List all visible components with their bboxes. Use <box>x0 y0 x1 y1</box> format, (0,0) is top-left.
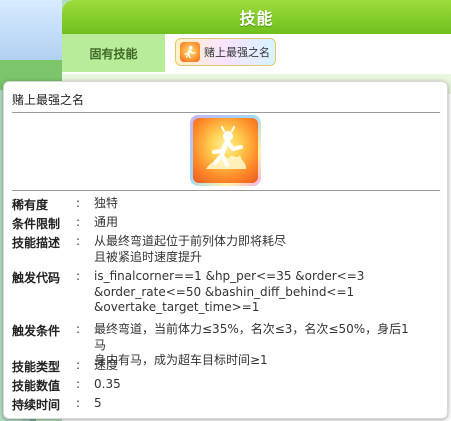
running-horse-girl-icon <box>193 118 258 183</box>
panel-title: 技能 <box>239 9 274 28</box>
info-key: 技能描述 <box>12 236 61 250</box>
unique-skill-label-text: 固有技能 <box>89 46 138 61</box>
info-colon: : <box>76 396 81 410</box>
running-horse-girl-icon <box>180 42 200 62</box>
unique-skill-label: 固有技能 <box>62 34 165 72</box>
skill-chip-label: 赌上最强之名 <box>204 46 270 59</box>
info-value: 从最终弯道起位于前列体力即将耗尽 且被紧追时速度提升 <box>94 234 287 264</box>
info-colon: : <box>76 269 81 283</box>
info-value: 通用 <box>94 215 119 229</box>
info-colon: : <box>76 196 81 210</box>
info-value: is_finalcorner==1 &hp_per<=35 &order<=3 … <box>94 269 365 314</box>
info-key: 条件限制 <box>12 217 61 231</box>
info-key: 触发代码 <box>12 271 61 285</box>
info-key: 技能类型 <box>12 360 61 374</box>
info-value: 0.35 <box>94 377 121 391</box>
info-colon: : <box>76 234 81 248</box>
info-colon: : <box>76 215 81 229</box>
info-value: 独特 <box>94 196 119 210</box>
skill-chip[interactable]: 赌上最强之名 <box>175 38 276 66</box>
info-key: 持续时间 <box>12 398 61 412</box>
info-row-rarity: 稀有度 : 独特 <box>12 196 414 213</box>
info-colon: : <box>76 358 81 372</box>
info-row-description: 技能描述 : 从最终弯道起位于前列体力即将耗尽 且被紧追时速度提升 <box>12 234 414 265</box>
info-value: 速度 <box>94 358 119 372</box>
divider <box>12 190 440 191</box>
info-row-skill-value: 技能数值 : 0.35 <box>12 377 414 394</box>
info-row-trigger-code: 触发代码 : is_finalcorner==1 &hp_per<=35 &or… <box>12 269 414 316</box>
panel-header: 技能 <box>62 0 451 34</box>
info-value: 5 <box>94 396 102 410</box>
skill-tooltip: 赌上最强之名 稀有度 : 独特 条件限制 : 通用 技能描述: 从最终弯道起位… <box>3 81 448 419</box>
tooltip-title: 赌上最强之名 <box>12 93 85 107</box>
info-row-duration: 持续时间 : 5 <box>12 396 414 413</box>
info-colon: : <box>76 377 81 391</box>
divider <box>12 112 440 113</box>
info-row-skill-type: 技能类型 : 速度 <box>12 358 414 375</box>
info-row-restriction: 条件限制 : 通用 <box>12 215 414 232</box>
info-key: 技能数值 <box>12 379 61 393</box>
info-key: 稀有度 <box>12 198 49 212</box>
skill-icon-frame <box>190 115 261 186</box>
